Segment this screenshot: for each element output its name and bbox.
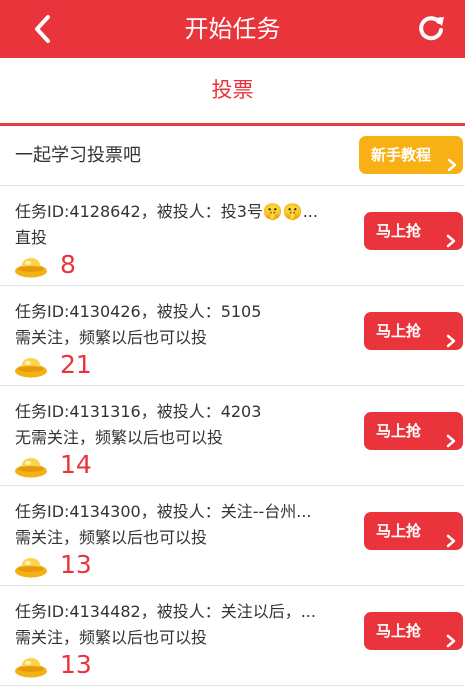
- chevron-right-icon: [446, 424, 456, 448]
- grab-task-button[interactable]: 马上抢: [364, 412, 463, 450]
- task-item: 任务ID:4134300，被投人：关注--台州... 需关注，频繁以后也可以投 13…: [0, 486, 465, 586]
- task-item: 任务ID:4128642，被投人：投3号🤫🤫... 直投 8 马上抢: [0, 186, 465, 286]
- intro-text: 一起学习投票吧: [15, 145, 141, 166]
- gold-ingot-icon: [14, 256, 48, 278]
- grab-task-label: 马上抢: [376, 422, 422, 440]
- beginner-guide-button[interactable]: 新手教程: [359, 136, 463, 174]
- task-id-text: 任务ID:4134482，被投人：关注以后，...: [15, 602, 316, 621]
- beginner-guide-label: 新手教程: [371, 146, 432, 164]
- grab-task-button[interactable]: 马上抢: [364, 312, 463, 350]
- gold-ingot-icon: [14, 356, 48, 378]
- task-requirement-text: 需关注，频繁以后也可以投: [15, 328, 208, 347]
- task-requirement-text: 无需关注，频繁以后也可以投: [15, 428, 224, 447]
- gold-ingot-icon: [14, 556, 48, 578]
- tab-vote[interactable]: 投票: [0, 58, 465, 126]
- top-bar: 开始任务: [0, 0, 465, 58]
- task-id-text: 任务ID:4131316，被投人：4203: [15, 402, 262, 421]
- chevron-right-icon: [446, 524, 456, 548]
- intro-row: 一起学习投票吧 新手教程: [0, 126, 465, 186]
- chevron-right-icon: [447, 148, 457, 172]
- task-item: 任务ID:4131316，被投人：4203 无需关注，频繁以后也可以投 14 马上抢: [0, 386, 465, 486]
- task-requirement-text: 需关注，频繁以后也可以投: [15, 628, 208, 647]
- chevron-right-icon: [446, 624, 456, 648]
- reward-amount: 13: [60, 550, 92, 579]
- task-item: 任务ID:4134482，被投人：关注以后，... 需关注，频繁以后也可以投 13 马…: [0, 586, 465, 686]
- gold-ingot-icon: [14, 456, 48, 478]
- tab-vote-label: 投票: [211, 78, 254, 102]
- chevron-right-icon: [446, 324, 456, 348]
- grab-task-label: 马上抢: [376, 622, 422, 640]
- task-id-text: 任务ID:4134300，被投人：关注--台州...: [15, 502, 312, 521]
- task-requirement-text: 直投: [15, 228, 48, 247]
- grab-task-label: 马上抢: [376, 322, 422, 340]
- chevron-right-icon: [446, 224, 456, 248]
- task-requirement-text: 需关注，频繁以后也可以投: [15, 528, 208, 547]
- reward-amount: 21: [60, 350, 92, 379]
- task-item: 任务ID:4130426，被投人：5105 需关注，频繁以后也可以投 21 马上抢: [0, 286, 465, 386]
- reward-amount: 8: [60, 250, 76, 279]
- grab-task-button[interactable]: 马上抢: [364, 212, 463, 250]
- grab-task-label: 马上抢: [376, 222, 422, 240]
- grab-task-label: 马上抢: [376, 522, 422, 540]
- page-title: 开始任务: [184, 15, 281, 43]
- reward-amount: 14: [60, 450, 92, 479]
- task-id-text: 任务ID:4130426，被投人：5105: [15, 302, 262, 321]
- reward-amount: 13: [60, 650, 92, 679]
- gold-ingot-icon: [14, 656, 48, 678]
- task-id-text: 任务ID:4128642，被投人：投3号🤫🤫...: [15, 202, 318, 221]
- grab-task-button[interactable]: 马上抢: [364, 612, 463, 650]
- refresh-icon[interactable]: [415, 12, 447, 44]
- grab-task-button[interactable]: 马上抢: [364, 512, 463, 550]
